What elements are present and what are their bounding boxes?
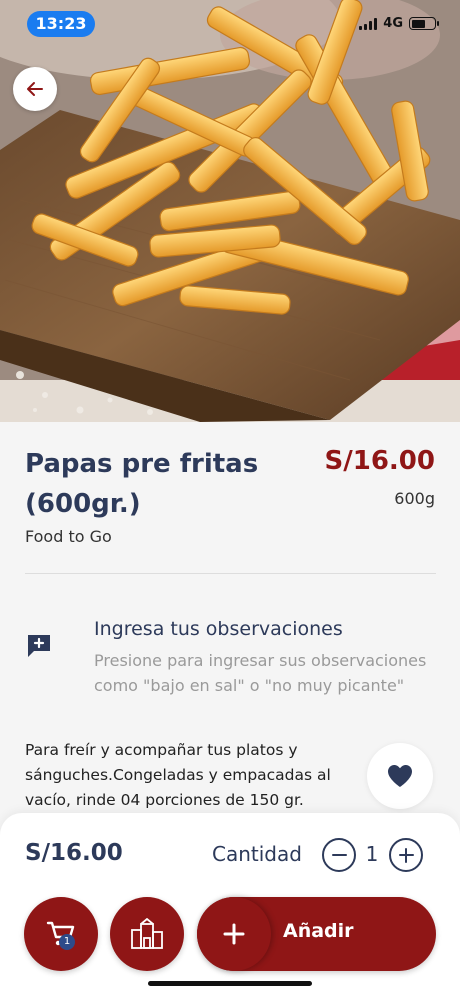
product-description: Para freír y acompañar tus platos y sáng…	[25, 741, 331, 809]
store-icon	[131, 918, 163, 949]
product-name: Papas pre fritas (600gr.)	[25, 449, 259, 519]
cart-button[interactable]: 1	[24, 897, 98, 971]
chat-add-icon[interactable]	[26, 632, 52, 658]
battery-icon	[409, 17, 439, 30]
cart-badge: 1	[59, 934, 75, 950]
signal-icon	[359, 17, 378, 30]
minus-icon	[331, 853, 347, 857]
observations-hint[interactable]: Presione para ingresar sus observaciones…	[94, 648, 429, 698]
status-time: 13:23	[27, 11, 95, 37]
add-button-label: Añadir	[283, 920, 354, 942]
product-weight: 600g	[394, 489, 435, 508]
divider	[25, 573, 436, 574]
back-arrow-icon	[27, 82, 43, 96]
heart-icon	[388, 765, 412, 787]
product-price: S/16.00	[324, 446, 435, 476]
store-button[interactable]	[110, 897, 184, 971]
observations-title[interactable]: Ingresa tus observaciones	[94, 618, 343, 640]
status-indicators: 4G	[359, 16, 439, 31]
favorite-button[interactable]	[367, 743, 433, 809]
decrease-quantity-button[interactable]	[322, 838, 356, 872]
fries-illustration	[0, 0, 460, 422]
network-label: 4G	[383, 16, 403, 31]
product-image	[0, 0, 460, 422]
product-brand: Food to Go	[25, 527, 112, 546]
back-button[interactable]	[13, 67, 57, 111]
increase-quantity-button[interactable]	[389, 838, 423, 872]
quantity-value: 1	[365, 842, 379, 866]
add-to-cart-button[interactable]: Añadir	[197, 897, 436, 971]
add-plus-icon	[197, 897, 271, 971]
home-indicator	[148, 981, 312, 986]
quantity-label: Cantidad	[212, 842, 302, 866]
total-price: S/16.00	[25, 840, 123, 866]
